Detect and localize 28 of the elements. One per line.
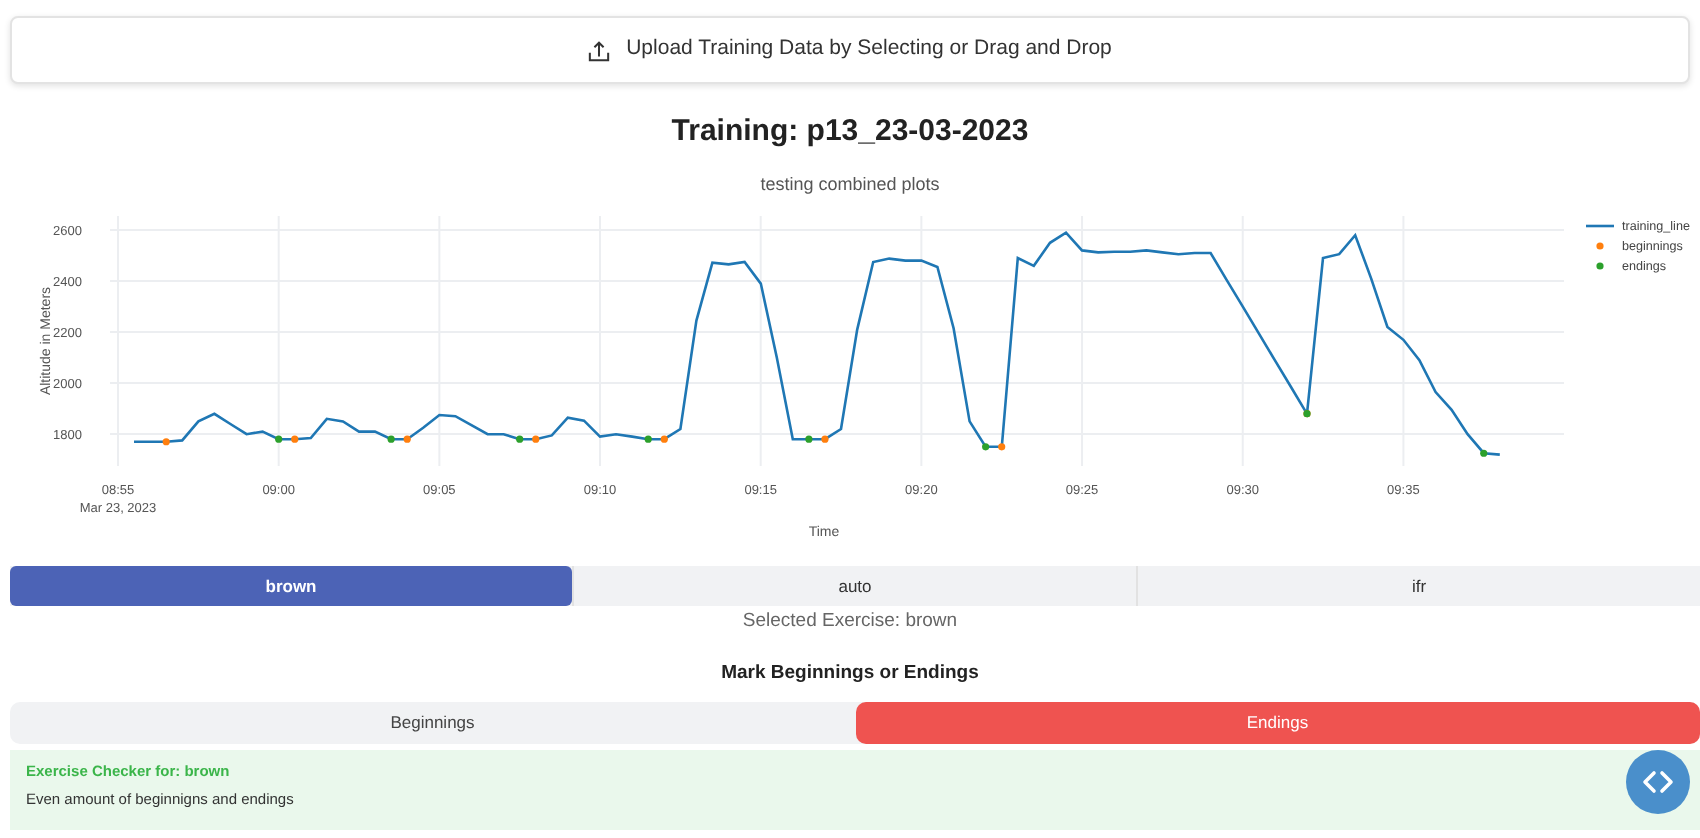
data-marker bbox=[660, 435, 668, 443]
exercise-tab[interactable]: brown bbox=[10, 566, 572, 606]
page-title: Training: p13_23-03-2023 bbox=[671, 114, 1029, 148]
data-marker bbox=[387, 435, 395, 443]
data-marker bbox=[998, 443, 1006, 451]
data-marker bbox=[805, 435, 813, 443]
legend-line-icon bbox=[1586, 224, 1614, 228]
data-marker bbox=[403, 435, 411, 443]
upload-area[interactable]: Upload Training Data by Selecting or Drag and Drop bbox=[10, 16, 1690, 84]
data-marker bbox=[1480, 449, 1488, 457]
data-marker bbox=[532, 435, 540, 443]
data-marker bbox=[982, 443, 990, 451]
legend-marker-icon bbox=[1596, 242, 1604, 250]
legend-marker-icon bbox=[1596, 262, 1604, 270]
data-marker bbox=[275, 435, 283, 443]
section-heading: Mark Beginnings or Endings bbox=[721, 662, 979, 684]
upload-icon bbox=[588, 39, 611, 61]
exercise-tab[interactable]: auto bbox=[572, 566, 1136, 606]
mark-toggle-option[interactable]: Beginnings bbox=[10, 702, 855, 744]
data-marker bbox=[821, 435, 829, 443]
data-marker bbox=[291, 435, 299, 443]
code-icon bbox=[1642, 770, 1674, 794]
data-marker bbox=[162, 438, 170, 446]
chart-title: testing combined plots bbox=[760, 174, 940, 194]
data-marker bbox=[516, 435, 524, 443]
data-marker bbox=[644, 435, 652, 443]
exercise-tab[interactable]: ifr bbox=[1136, 566, 1700, 606]
selected-exercise-label: Selected Exercise: brown bbox=[742, 610, 958, 632]
